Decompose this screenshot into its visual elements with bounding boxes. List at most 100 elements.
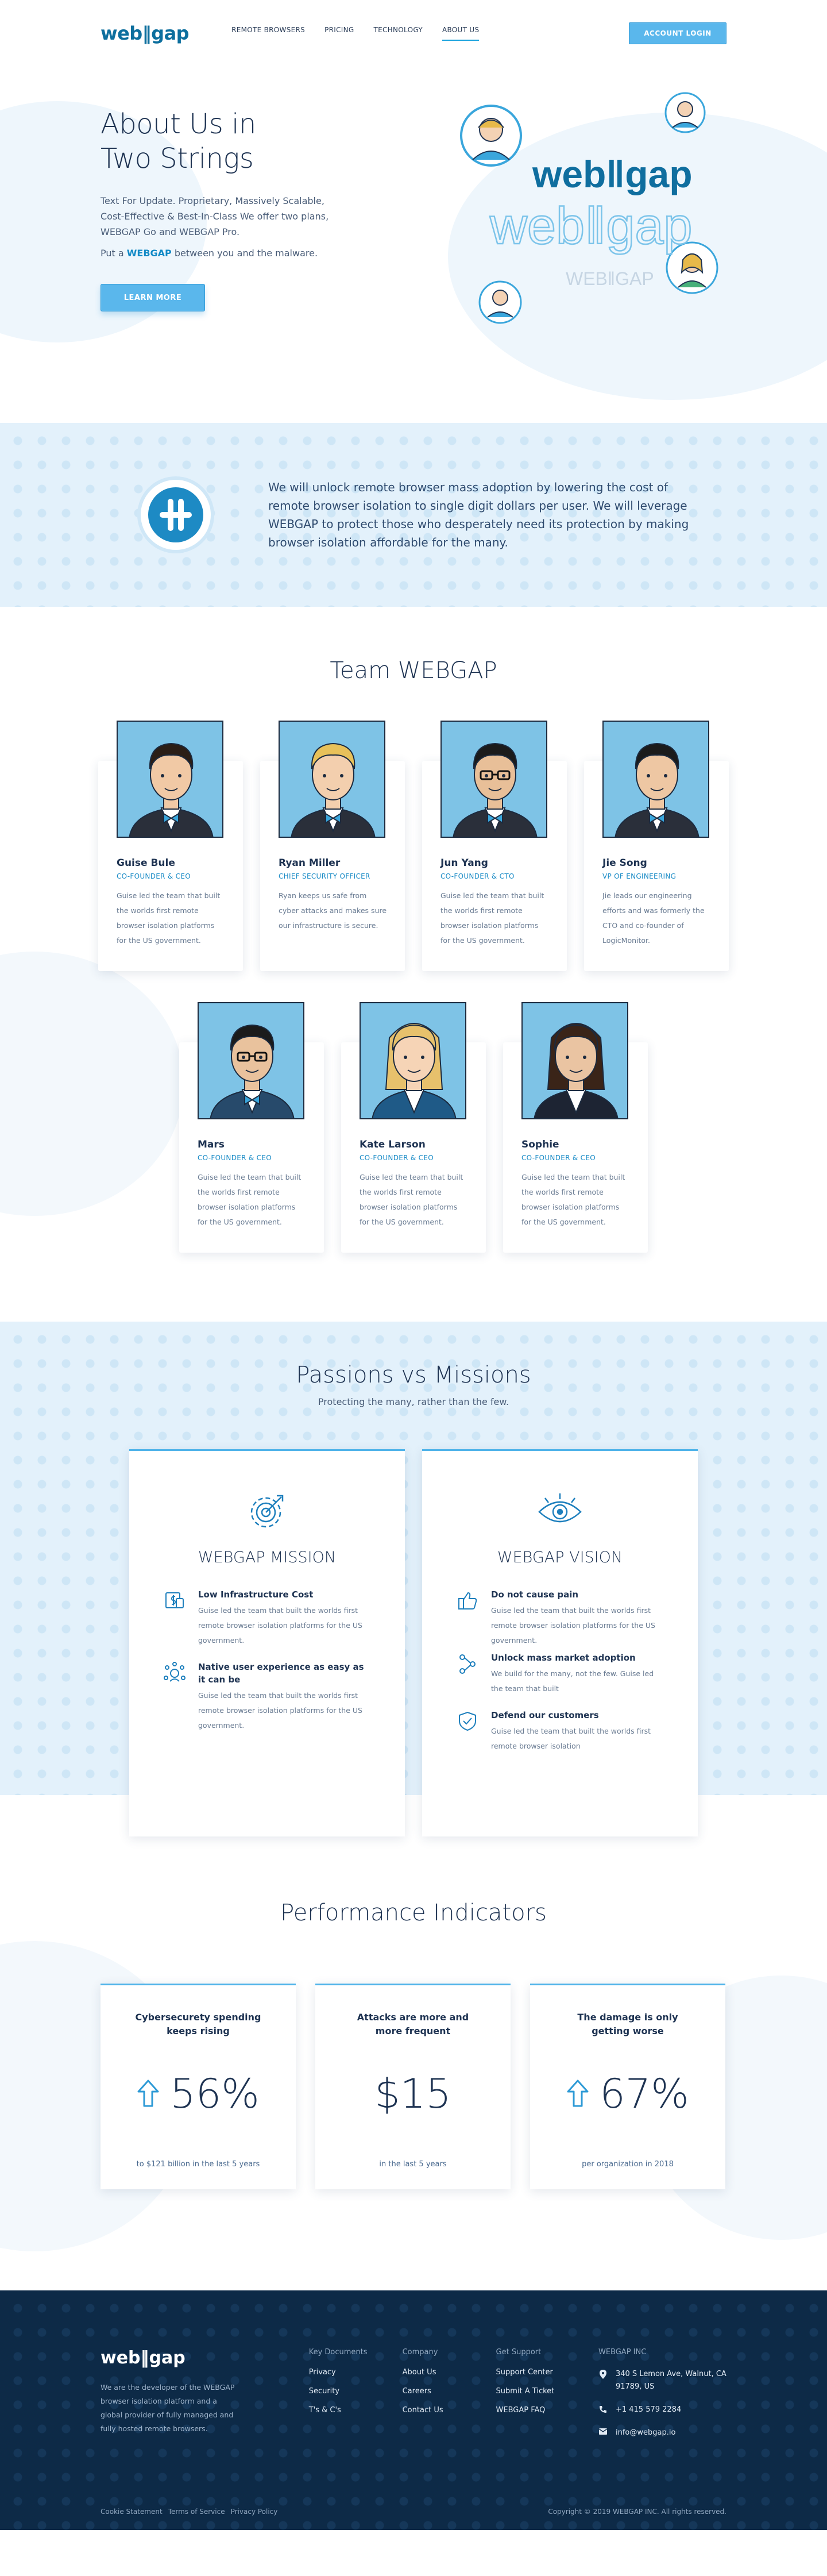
kpi-card: Cybersecurety spending keeps rising 56% … [101, 1984, 296, 2189]
team-section: Team WEBGAP Guise Bule CO-FOUNDER & CEO … [0, 607, 827, 1322]
footer-col-support: Get Support Support Center Submit A Tick… [496, 2348, 598, 2450]
kpi-value: $15 [374, 2070, 451, 2117]
member-role: CO-FOUNDER & CEO [360, 1154, 434, 1162]
mission-item: Native user experience as easy as it can… [164, 1661, 370, 1733]
footer-cookie-link[interactable]: Cookie Statement [101, 2508, 163, 2516]
page-title: About Us in Two Strings [101, 108, 256, 175]
kpi-value: 56% [170, 2070, 260, 2117]
footer-link-security[interactable]: Security [309, 2387, 403, 2396]
performance-title: Performance Indicators [280, 1900, 547, 1926]
svg-text:WEB‖GAP: WEB‖GAP [566, 268, 654, 289]
member-role: CO-FOUNDER & CTO [440, 872, 515, 880]
thumbs-up-icon [457, 1588, 478, 1648]
footer-link-support-center[interactable]: Support Center [496, 2368, 598, 2377]
member-description: Guise led the team that built the worlds… [117, 891, 221, 945]
mission-item: Low Infrastructure Cost Guise led the te… [164, 1588, 370, 1648]
team-member-card: Kate Larson CO-FOUNDER & CEO Guise led t… [341, 1002, 486, 1253]
svg-text:web‖gap: web‖gap [532, 153, 693, 195]
phone-icon [598, 2404, 608, 2416]
footer-link-privacy[interactable]: Privacy [309, 2368, 403, 2377]
hero-tagline: Put a WEBGAP between you and the malware… [101, 248, 318, 259]
member-description: Jie leads our engineering efforts and wa… [602, 891, 705, 945]
avatar [440, 721, 547, 838]
team-member-card: Ryan Miller CHIEF SECURITY OFFICER Ryan … [260, 721, 405, 971]
passions-title: Passions vs Missions [296, 1362, 531, 1388]
passions-subtitle: Protecting the many, rather than the few… [318, 1396, 509, 1407]
team-member-card: Jun Yang CO-FOUNDER & CTO Guise led the … [422, 721, 567, 971]
logo-text: web‖gap [101, 22, 190, 44]
member-name: Sophie [521, 1139, 559, 1150]
dollar-doc-icon [164, 1588, 186, 1648]
mission-card-title: WEBGAP MISSION [198, 1549, 337, 1566]
footer-link-faq[interactable]: WEBGAP FAQ [496, 2406, 598, 2415]
member-role: CO-FOUNDER & CEO [117, 872, 191, 880]
nodes-icon [457, 1651, 478, 1696]
vision-item: Do not cause pain Guise led the team tha… [457, 1588, 663, 1648]
footer-link-careers[interactable]: Careers [403, 2387, 496, 2396]
copyright: Copyright © 2019 WEBGAP INC. All rights … [548, 2508, 726, 2516]
member-description: Guise led the team that built the worlds… [440, 891, 544, 945]
footer-privacy-link[interactable]: Privacy Policy [231, 2508, 278, 2516]
email-icon [598, 2427, 608, 2439]
footer-link-terms[interactable]: T's & C's [309, 2406, 403, 2415]
mission-card: WEBGAP MISSION Low Infrastructure Cost G… [129, 1449, 405, 1836]
account-login-button[interactable]: ACCOUNT LOGIN [629, 22, 726, 44]
kpi-note: to $121 billion in the last 5 years [136, 2160, 260, 2169]
member-name: Ryan Miller [279, 857, 341, 869]
passions-section: Passions vs Missions Protecting the many… [0, 1322, 827, 1836]
avatar-icon [460, 105, 522, 167]
avatar [279, 721, 385, 838]
team-member-card: Mars CO-FOUNDER & CEO Guise led the team… [179, 1002, 324, 1253]
footer-link-about[interactable]: About Us [403, 2368, 496, 2377]
eye-icon [457, 1491, 663, 1531]
member-role: CO-FOUNDER & CEO [198, 1154, 272, 1162]
svg-text:web‖gap: web‖gap [489, 198, 692, 255]
footer-about: We are the developer of the WEBGAP brows… [101, 2383, 235, 2433]
kpi-note: in the last 5 years [379, 2160, 447, 2169]
nav-about-us[interactable]: ABOUT US [442, 26, 480, 41]
kpi-card: The damage is only getting worse 67% per… [530, 1984, 725, 2189]
avatar-icon [478, 280, 522, 324]
kpi-note: per organization in 2018 [582, 2160, 674, 2169]
avatar [360, 1002, 466, 1119]
mission-band: We will unlock remote browser mass adopt… [0, 423, 827, 607]
hero-description: Text For Update. Proprietary, Massively … [101, 195, 329, 237]
nav-technology[interactable]: TECHNOLOGY [373, 26, 422, 41]
logo[interactable]: web‖gap [101, 22, 190, 44]
avatar-icon [664, 92, 706, 133]
kpi-value: 67% [600, 2070, 689, 2117]
vision-item: Defend our customers Guise led the team … [457, 1709, 663, 1754]
target-icon [164, 1491, 370, 1531]
kpi-card: Attacks are more and more frequent $15 i… [315, 1984, 511, 2189]
team-member-card: Jie Song VP OF ENGINEERING Jie leads our… [584, 721, 729, 971]
nav-pricing[interactable]: PRICING [324, 26, 354, 41]
footer-link-submit-ticket[interactable]: Submit A Ticket [496, 2387, 598, 2396]
kpi-title: The damage is only getting worse [577, 2012, 678, 2036]
avatar [602, 721, 709, 838]
member-role: CO-FOUNDER & CEO [521, 1154, 596, 1162]
footer-col-documents: Key Documents Privacy Security T's & C's [309, 2348, 403, 2450]
team-member-card: Guise Bule CO-FOUNDER & CEO Guise led th… [98, 721, 243, 971]
footer-col-company: Company About Us Careers Contact Us [403, 2348, 496, 2450]
site-footer: web‖gap We are the developer of the WEBG… [0, 2290, 827, 2530]
arrow-up-icon [137, 2070, 160, 2117]
site-header: web‖gap REMOTE BROWSERS PRICING TECHNOLO… [0, 0, 827, 67]
hero-illustration: web‖gap web‖gap WEB‖GAP [445, 90, 721, 331]
nav-remote-browsers[interactable]: REMOTE BROWSERS [231, 26, 305, 41]
location-icon [598, 2368, 608, 2393]
member-description: Guise led the team that built the worlds… [198, 1173, 302, 1226]
performance-section: Performance Indicators Cybersecurety spe… [0, 1838, 827, 2290]
member-role: CHIEF SECURITY OFFICER [279, 872, 370, 880]
avatar [198, 1002, 304, 1119]
footer-link-contact[interactable]: Contact Us [403, 2406, 496, 2415]
vision-card-title: WEBGAP VISION [497, 1549, 623, 1566]
member-name: Kate Larson [360, 1139, 426, 1150]
member-description: Guise led the team that built the worlds… [360, 1173, 463, 1226]
kpi-title: Cybersecurety spending keeps rising [135, 2012, 261, 2036]
hero-section: About Us in Two Strings Text For Update.… [0, 67, 827, 423]
logo-plus-icon [141, 480, 211, 550]
footer-terms-link[interactable]: Terms of Service [168, 2508, 225, 2516]
team-title: Team WEBGAP [330, 657, 497, 684]
footer-logo[interactable]: web‖gap [101, 2348, 309, 2368]
learn-more-button[interactable]: LEARN MORE [101, 284, 205, 311]
